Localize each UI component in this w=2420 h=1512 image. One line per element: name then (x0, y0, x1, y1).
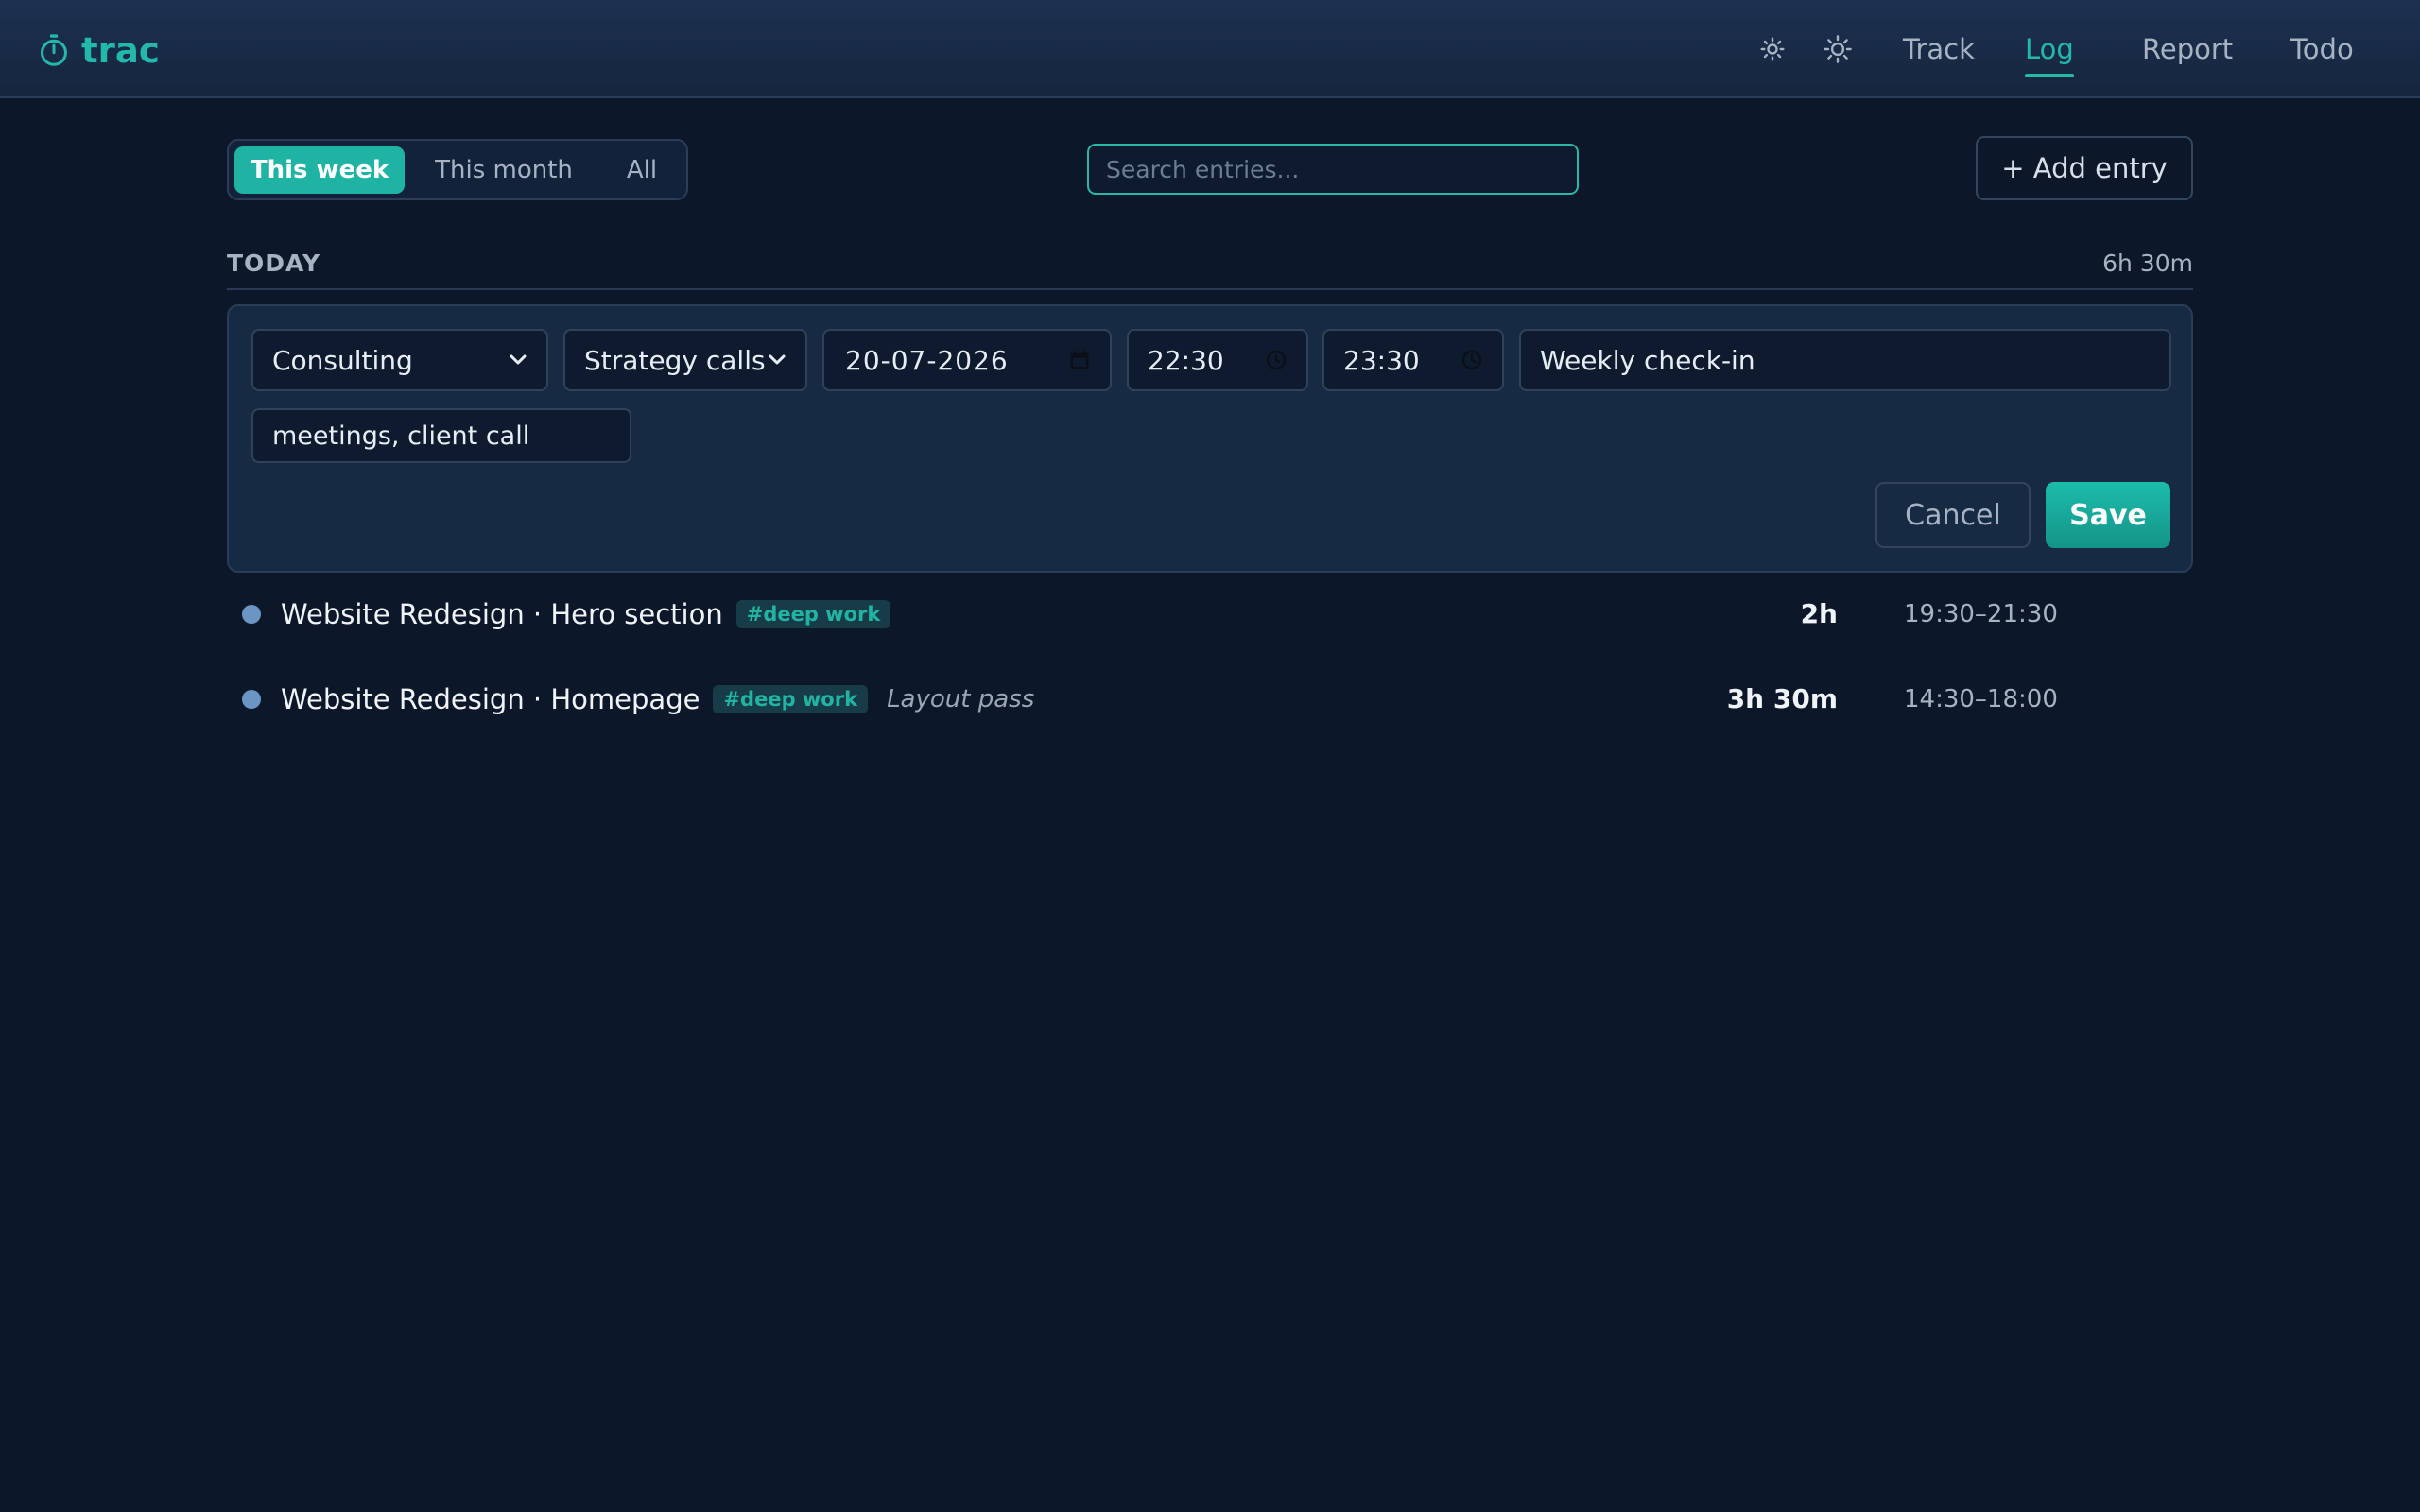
search-input[interactable] (1087, 144, 1579, 195)
chevron-down-icon (510, 354, 527, 365)
entry-main: Website Redesign · Hero section #deep wo… (281, 586, 891, 643)
entry-duration: 3h 30m (1726, 683, 1838, 714)
filter-this-month[interactable]: This month (414, 146, 594, 194)
tags-input[interactable]: meetings, client call (251, 408, 631, 463)
theme-toggle-dark-button[interactable] (1819, 30, 1857, 68)
end-time-input[interactable]: 23:30 (1322, 329, 1504, 391)
entry-time-range: 19:30–21:30 (1904, 600, 2058, 628)
save-button[interactable]: Save (2046, 482, 2170, 548)
tags-value: meetings, client call (272, 421, 530, 451)
clock-icon (1461, 350, 1482, 370)
nav-track[interactable]: Track (1903, 28, 1975, 77)
period-filter: This week This month All (227, 139, 688, 200)
start-time-value: 22:30 (1148, 344, 1224, 376)
sun-small-icon (1760, 37, 1785, 61)
nav-todo[interactable]: Todo (2290, 28, 2354, 77)
entry-row[interactable]: Website Redesign · Hero section #deep wo… (227, 586, 2193, 643)
entry-title: Website Redesign · Hero section (281, 598, 723, 630)
clock-icon (1266, 350, 1287, 370)
start-time-input[interactable]: 22:30 (1127, 329, 1308, 391)
chevron-down-icon (769, 354, 786, 365)
app-name: trac (81, 29, 160, 71)
entry-edit-form: Consulting Strategy calls 20-07-2026 22:… (227, 304, 2193, 573)
project-select-value: Consulting (272, 344, 413, 376)
entry-title: Website Redesign · Homepage (281, 683, 700, 715)
project-select[interactable]: Consulting (251, 329, 548, 391)
stopwatch-icon (41, 34, 67, 66)
date-input-value: 20-07-2026 (845, 344, 1009, 376)
nav-log[interactable]: Log (2025, 28, 2074, 77)
end-time-value: 23:30 (1343, 344, 1420, 376)
sun-icon (1824, 35, 1852, 63)
entry-time-range: 14:30–18:00 (1904, 685, 2058, 713)
entry-note: Layout pass (887, 685, 1035, 713)
add-entry-button[interactable]: + Add entry (1976, 136, 2193, 200)
filter-all[interactable]: All (601, 146, 683, 194)
app-logo[interactable]: trac (38, 28, 160, 72)
description-input[interactable]: Weekly check-in (1519, 329, 2171, 391)
date-input[interactable]: 20-07-2026 (822, 329, 1112, 391)
cancel-button[interactable]: Cancel (1876, 482, 2031, 548)
day-total: 6h 30m (2102, 249, 2193, 277)
entry-row[interactable]: Website Redesign · Homepage #deep work L… (227, 671, 2193, 728)
entry-main: Website Redesign · Homepage #deep work L… (281, 671, 1034, 728)
description-value: Weekly check-in (1540, 344, 1755, 376)
entry-tag[interactable]: #deep work (735, 600, 891, 628)
day-label: TODAY (227, 249, 321, 277)
top-bar: trac Track Log Report Todo (0, 0, 2420, 98)
entry-tag[interactable]: #deep work (713, 685, 869, 713)
task-select-value: Strategy calls (584, 344, 766, 376)
entry-duration: 2h (1800, 598, 1838, 629)
theme-toggle-light-button[interactable] (1754, 30, 1791, 68)
calendar-icon (1070, 351, 1089, 369)
filter-this-week[interactable]: This week (234, 146, 405, 194)
nav-report[interactable]: Report (2142, 28, 2233, 77)
project-color-dot (242, 690, 261, 709)
project-color-dot (242, 605, 261, 624)
task-select[interactable]: Strategy calls (563, 329, 807, 391)
day-divider (227, 288, 2193, 290)
